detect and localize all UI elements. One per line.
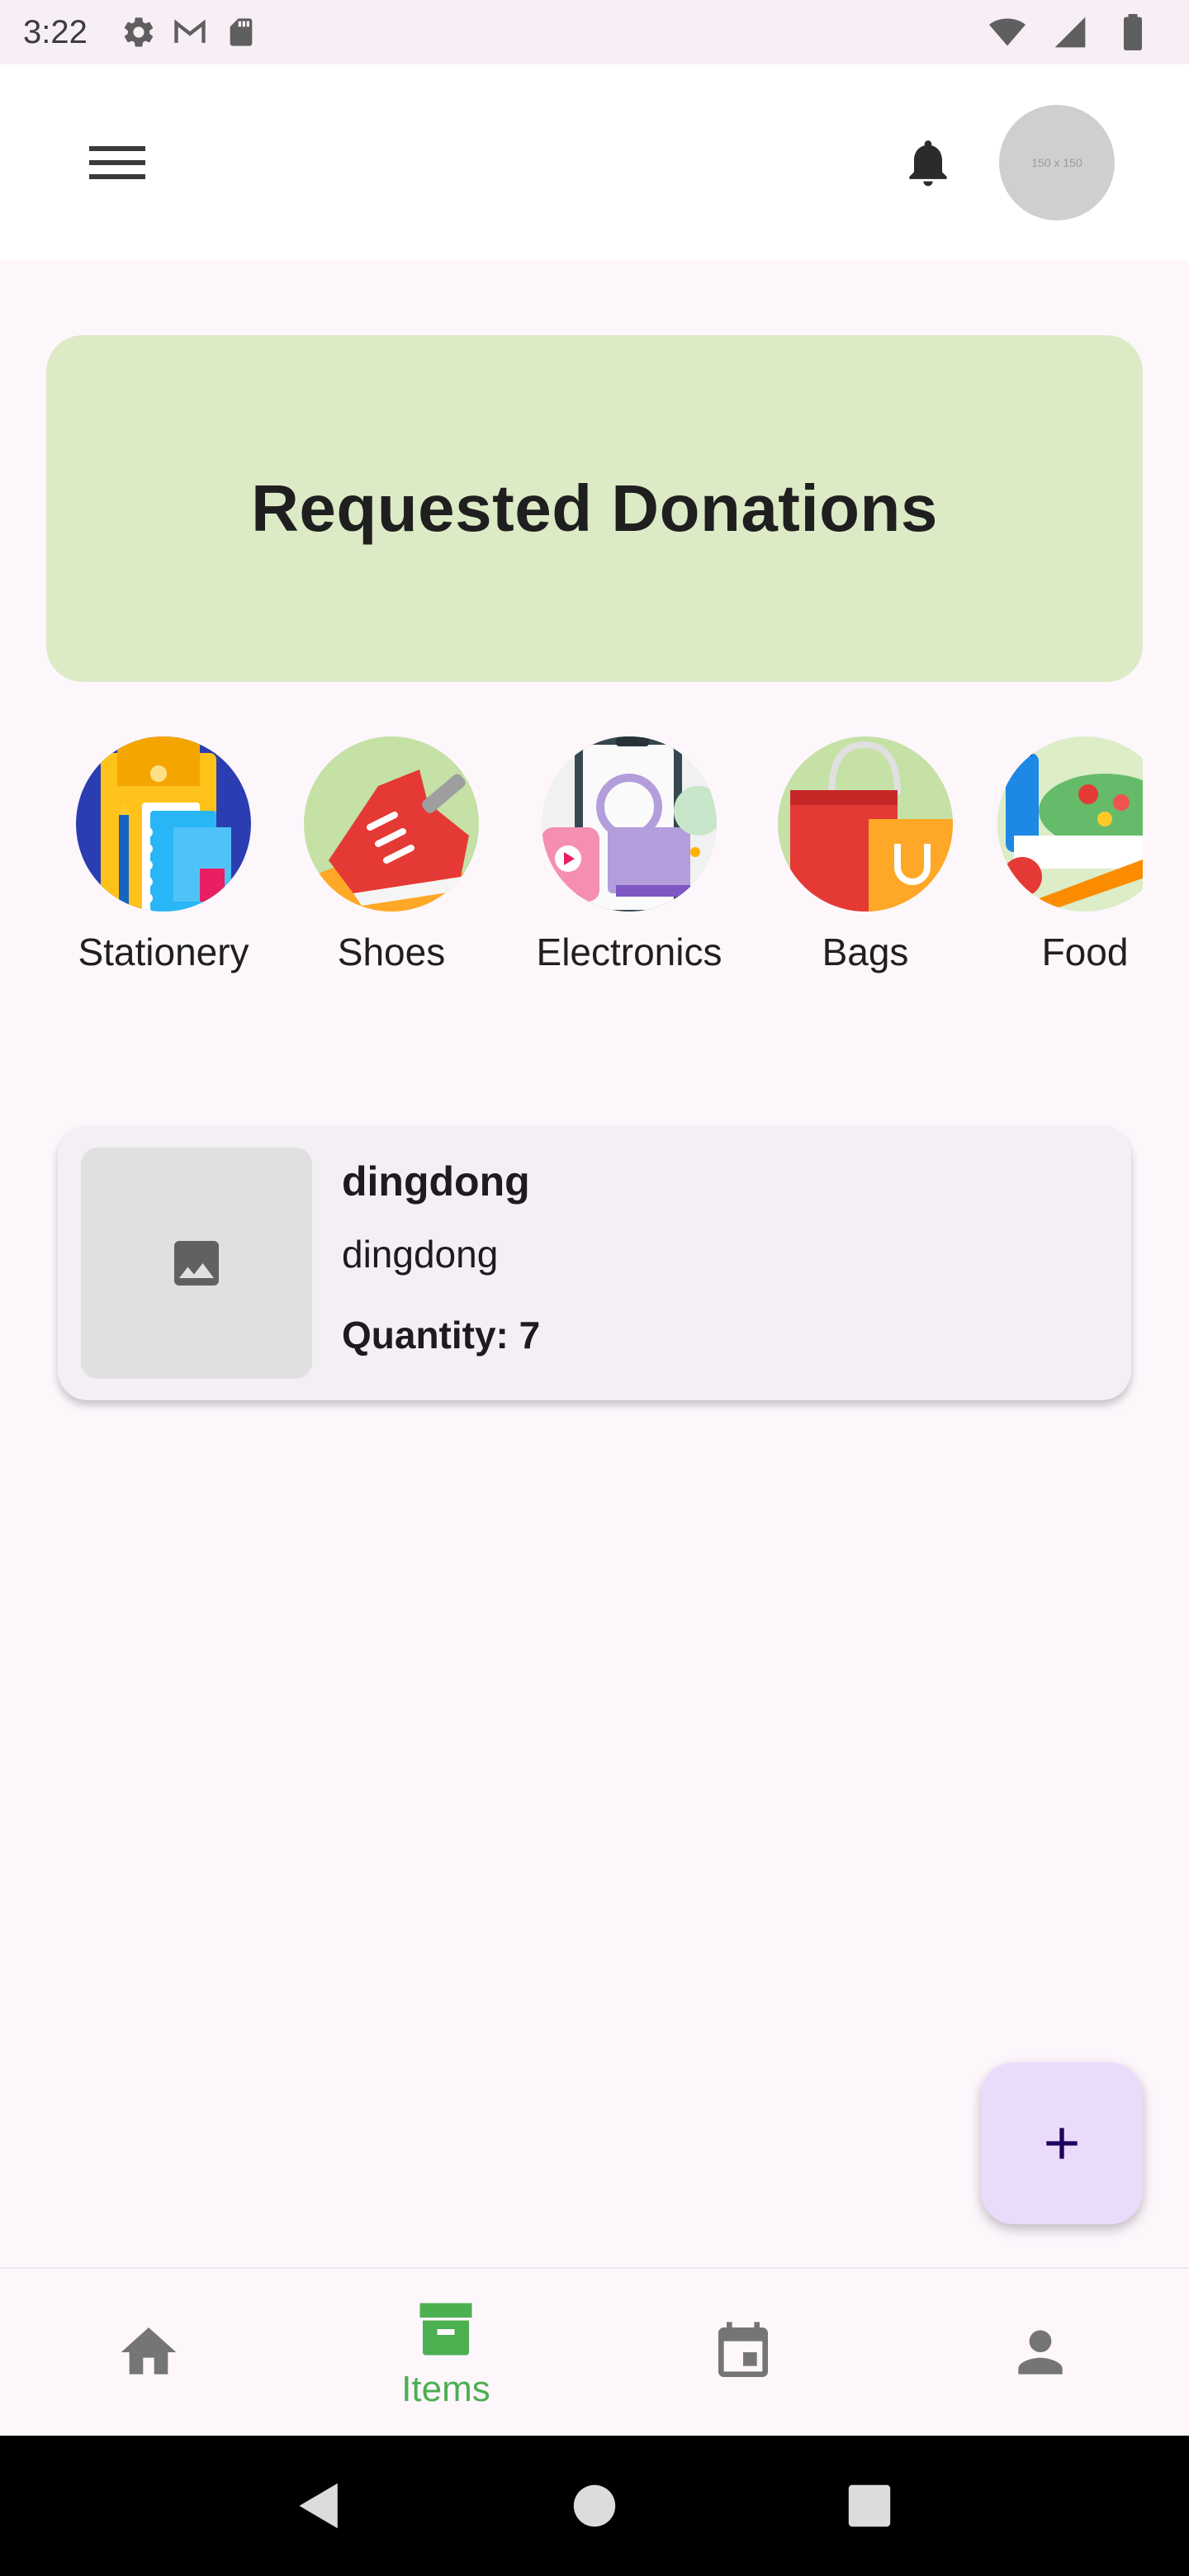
avatar[interactable]: 150 x 150 [999, 105, 1115, 220]
page-title: Requested Donations [251, 471, 938, 545]
category-label: Shoes [337, 930, 446, 973]
settings-icon [121, 14, 157, 50]
wifi-icon [989, 14, 1026, 50]
menu-button[interactable] [88, 133, 147, 192]
stationery-image [76, 736, 251, 912]
item-thumbnail [81, 1148, 312, 1379]
category-food[interactable]: Food [978, 736, 1143, 974]
recents-icon [849, 2484, 891, 2527]
category-shoes[interactable]: Shoes [284, 736, 499, 974]
nav-home[interactable] [0, 2269, 297, 2436]
person-icon [1018, 2330, 1063, 2375]
recents-button[interactable] [836, 2473, 902, 2539]
app-bar: 150 x 150 [0, 64, 1189, 261]
plus-icon [1046, 2128, 1078, 2159]
back-icon [299, 2483, 338, 2529]
avatar-placeholder-text: 150 x 150 [1031, 156, 1082, 169]
category-electronics[interactable]: Electronics [522, 736, 737, 974]
category-label: Food [1041, 930, 1129, 973]
archive-icon [419, 2303, 472, 2356]
nav-items-label: Items [401, 2369, 490, 2409]
category-label: Electronics [536, 930, 722, 973]
menu-icon [89, 146, 145, 179]
bottom-navigation: Items [0, 2267, 1189, 2436]
food-image [997, 736, 1143, 912]
home-icon [121, 2327, 177, 2375]
gmail-icon [172, 14, 208, 50]
home-button[interactable] [561, 2473, 628, 2539]
signal-icon [1052, 14, 1088, 50]
sd-card-icon [223, 14, 259, 50]
status-bar: 3:22 [0, 0, 1189, 64]
add-item-button[interactable] [981, 2062, 1143, 2224]
home-circle-icon [573, 2484, 616, 2527]
bags-image [778, 736, 953, 912]
notifications-button[interactable] [895, 130, 961, 196]
category-label: Stationery [78, 930, 249, 973]
category-list[interactable]: Stationery Shoes Electronics Bags Food [46, 736, 1143, 1001]
system-navigation-bar [0, 2436, 1189, 2576]
calendar-icon [718, 2322, 768, 2377]
category-label: Bags [822, 930, 909, 973]
electronics-image [542, 736, 717, 912]
nav-profile[interactable] [892, 2269, 1189, 2436]
status-time: 3:22 [23, 13, 88, 50]
shoes-image [304, 736, 479, 912]
requested-donations-banner: Requested Donations [46, 335, 1143, 682]
item-quantity: Quantity: 7 [342, 1314, 541, 1357]
category-bags[interactable]: Bags [758, 736, 973, 974]
nav-items[interactable]: Items [297, 2269, 594, 2436]
nav-calendar[interactable] [594, 2269, 892, 2436]
donation-item-card[interactable]: dingdong dingdong Quantity: 7 [58, 1126, 1131, 1400]
item-title: dingdong [342, 1158, 530, 1205]
image-placeholder-icon [174, 1241, 219, 1286]
item-description: dingdong [342, 1233, 499, 1276]
bell-icon [909, 140, 947, 187]
back-button[interactable] [287, 2473, 353, 2539]
battery-icon [1115, 14, 1151, 50]
category-stationery[interactable]: Stationery [56, 736, 271, 974]
